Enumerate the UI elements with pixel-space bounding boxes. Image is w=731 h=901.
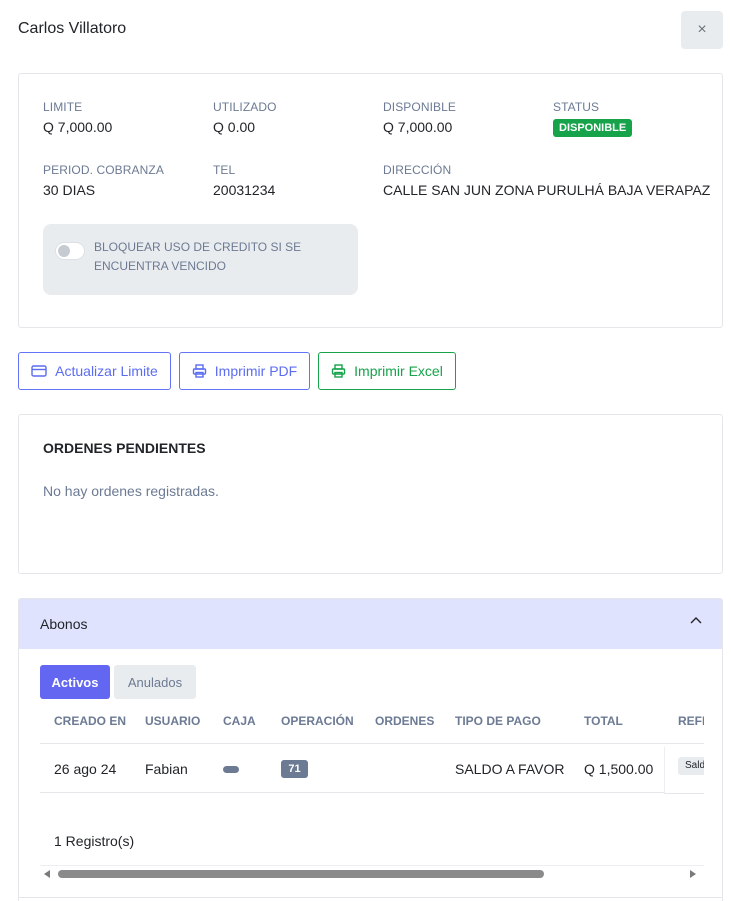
col-creado-en: CREADO EN [54, 714, 127, 728]
horizontal-scrollbar[interactable] [40, 865, 704, 883]
printer-icon [192, 364, 206, 378]
info-card: LIMITE Q 7,000.00 UTILIZADO Q 0.00 DISPO… [18, 73, 723, 328]
credit-card-icon [31, 365, 47, 377]
status-badge: DISPONIBLE [553, 119, 633, 137]
printer-icon [331, 364, 346, 378]
actualizar-limite-label: Actualizar Limite [55, 363, 158, 379]
close-button[interactable]: × [681, 11, 723, 49]
close-icon: × [697, 21, 707, 38]
utilizado-label: UTILIZADO [213, 100, 277, 114]
periodo-value: 30 DIAS [43, 182, 96, 198]
cell-creado-en: 26 ago 24 [54, 761, 117, 777]
periodo-label: PERIOD. COBRANZA [43, 163, 164, 177]
scroll-thumb[interactable] [58, 870, 544, 878]
referencia-chip: Sald [678, 757, 704, 775]
cell-usuario: Fabian [145, 761, 188, 777]
record-count: 1 Registro(s) [54, 833, 135, 849]
abonos-title: Abonos [40, 616, 88, 632]
tel-label: TEL [213, 163, 236, 177]
imprimir-pdf-button[interactable]: Imprimir PDF [179, 352, 310, 390]
orders-empty-message: No hay ordenes registradas. [43, 483, 219, 499]
cell-tipo-pago: SALDO A FAVOR [455, 761, 565, 777]
col-total: TOTAL [584, 714, 623, 728]
col-ordenes: ORDENES [375, 714, 435, 728]
tab-activos[interactable]: Activos [40, 665, 110, 699]
tab-anulados[interactable]: Anulados [114, 665, 196, 699]
field-limite: LIMITE Q 7,000.00 [43, 100, 112, 135]
abonos-card: Abonos Activos Anulados CREADO EN USUARI… [18, 598, 723, 901]
col-caja: CAJA [223, 714, 256, 728]
tel-value: 20031234 [213, 182, 276, 198]
credit-block-toggle-label: BLOQUEAR USO DE CREDITO SI SE ENCUENTRA … [94, 240, 302, 273]
abonos-accordion-header[interactable]: Abonos [19, 599, 722, 649]
limite-label: LIMITE [43, 100, 83, 114]
toggle-knob [58, 245, 70, 257]
field-status: STATUS DISPONIBLE [553, 100, 633, 137]
col-operacion: OPERACIÓN [281, 714, 354, 728]
field-tel: TEL 20031234 [213, 163, 275, 198]
direccion-value: CALLE SAN JUN ZONA PURULHÁ BAJA VERAPAZ [383, 182, 711, 198]
disponible-value: Q 7,000.00 [383, 119, 453, 135]
direccion-label: DIRECCIÓN [383, 163, 452, 177]
imprimir-excel-button[interactable]: Imprimir Excel [318, 352, 456, 390]
actualizar-limite-button[interactable]: Actualizar Limite [18, 352, 171, 390]
imprimir-excel-label: Imprimir Excel [354, 363, 443, 379]
cell-total: Q 1,500.00 [584, 761, 654, 777]
utilizado-value: Q 0.00 [213, 119, 256, 135]
row-divider [40, 792, 664, 793]
col-usuario: USUARIO [145, 714, 201, 728]
caja-pill [223, 766, 239, 773]
orders-title: ORDENES PENDIENTES [43, 440, 206, 456]
field-direccion: DIRECCIÓN CALLE SAN JUN ZONA PURULHÁ BAJ… [383, 163, 710, 198]
operacion-badge[interactable]: 71 [281, 760, 308, 778]
abonos-table: CREADO EN USUARIO CAJA OPERACIÓN ORDENES… [40, 707, 704, 867]
modal-title: Carlos Villatoro [18, 20, 127, 37]
status-label: STATUS [553, 100, 600, 114]
credit-block-toggle[interactable] [55, 242, 85, 260]
col-referencia: REFE [678, 714, 704, 728]
disponible-label: DISPONIBLE [383, 100, 457, 114]
limite-value: Q 7,000.00 [43, 119, 113, 135]
scroll-left-icon[interactable] [44, 870, 50, 878]
header-divider [40, 743, 704, 744]
orders-card: ORDENES PENDIENTES No hay ordenes regist… [18, 414, 723, 574]
card-bottom-divider [19, 897, 722, 898]
col-tipo-pago: TIPO DE PAGO [455, 714, 541, 728]
credit-block-toggle-box: BLOQUEAR USO DE CREDITO SI SE ENCUENTRA … [43, 224, 358, 295]
field-utilizado: UTILIZADO Q 0.00 [213, 100, 277, 135]
chevron-up-icon [690, 617, 702, 624]
field-periodo: PERIOD. COBRANZA 30 DIAS [43, 163, 164, 198]
scroll-right-icon[interactable] [690, 870, 696, 878]
imprimir-pdf-label: Imprimir PDF [214, 363, 298, 379]
field-disponible: DISPONIBLE Q 7,000.00 [383, 100, 456, 135]
